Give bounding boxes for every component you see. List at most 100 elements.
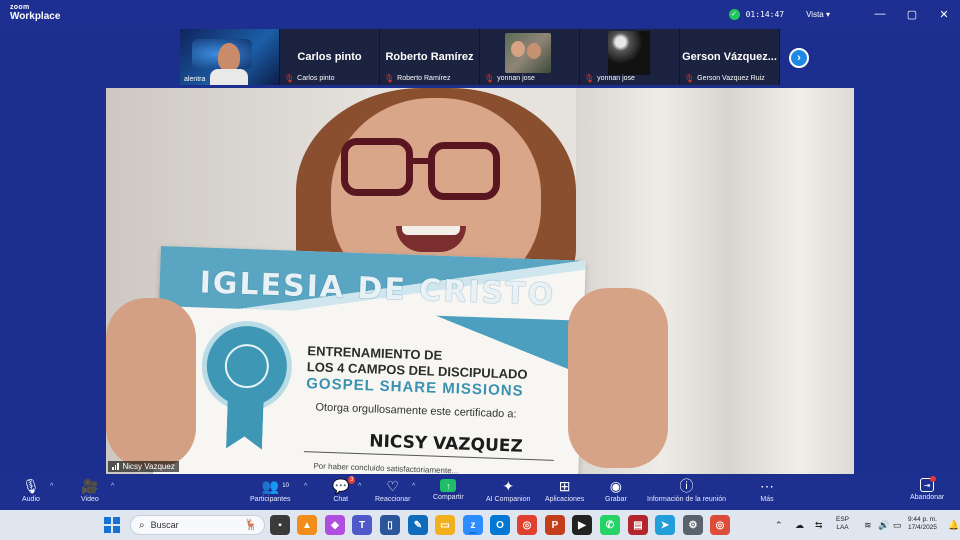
participant-tile[interactable]: Carlos pinto 🎙 Carlos pinto — [280, 29, 380, 85]
participant-tile[interactable]: 🎙 yonnan jose — [480, 29, 580, 85]
participant-label: 🎙 Gerson Vazquez Ruiz — [684, 74, 765, 83]
logo-workplace-text: Workplace — [10, 11, 61, 22]
telegram-icon[interactable]: ➤ — [655, 515, 675, 535]
volume-icon[interactable]: 🔊 — [878, 510, 889, 540]
participant-tile[interactable]: Roberto Ramírez 🎙 Roberto Ramírez — [380, 29, 480, 85]
main-video[interactable]: IGLESIA DE CRISTO ENTRENAMIENTO DE LOS 4… — [106, 88, 854, 474]
apps-button[interactable]: ⊞ Aplicaciones — [545, 478, 584, 503]
tray-chevron-icon[interactable]: ⌃ — [775, 510, 783, 540]
document-app-icon[interactable]: ▯ — [380, 515, 400, 535]
search-highlight-icon: 🦌 — [244, 519, 258, 531]
participants-label: Participantes — [250, 496, 291, 503]
participants-count: 10 — [282, 483, 289, 489]
more-button[interactable]: ⋯ Más — [760, 478, 774, 503]
chat-icon: 💬 3 — [332, 476, 356, 494]
mic-muted-icon: 🎙 — [284, 74, 295, 83]
network-status-icon[interactable]: ⇆ — [815, 510, 823, 540]
participant-label: alentra — [184, 76, 205, 83]
title-bar-controls: ✓ 01:14:47 Vista ▾ — ▢ ✕ — [728, 0, 960, 28]
next-participants-icon[interactable]: › — [789, 48, 809, 68]
apps-label: Aplicaciones — [545, 496, 585, 503]
active-app-indicator — [469, 532, 477, 534]
powerpoint-icon[interactable]: P — [545, 515, 565, 535]
reactions-options-chevron-icon[interactable]: ^ — [412, 483, 415, 490]
notification-bell-icon[interactable]: 🔔 — [948, 510, 959, 540]
meeting-info-button[interactable]: ⓘ Información de la reunión — [647, 478, 726, 503]
meeting-timer: 01:14:47 — [745, 9, 785, 19]
input-language[interactable]: ESP LAA — [836, 516, 849, 532]
chat-button[interactable]: 💬 3 Chat — [332, 476, 356, 503]
certificate-awarded-text: Otorga orgullosamente este certificado a… — [315, 401, 517, 421]
participant-label: 🎙 Carlos pinto — [284, 74, 335, 83]
participant-shirt — [210, 69, 248, 85]
camera-icon: 🎥 — [81, 478, 99, 494]
taskbar-search[interactable]: ⌕ Buscar 🦌 — [130, 515, 265, 535]
share-button[interactable]: ↑ Compartir — [433, 478, 464, 501]
security-shield-icon[interactable]: ✓ — [728, 8, 740, 20]
view-button[interactable]: Vista ▾ — [806, 10, 830, 19]
battery-icon[interactable]: ▭ — [893, 510, 902, 540]
teams-icon[interactable]: T — [352, 515, 372, 535]
audio-button[interactable]: 🎙 Audio — [22, 478, 40, 503]
logo-small-text: zoom — [10, 4, 30, 11]
system-clock[interactable]: 9:44 p. m. 17/4/2025 — [908, 516, 937, 532]
signal-bars-icon — [112, 463, 120, 470]
video-button[interactable]: 🎥 Video — [81, 478, 99, 503]
windows-start-icon[interactable] — [104, 517, 120, 533]
audio-options-chevron-icon[interactable]: ^ — [50, 483, 53, 490]
minimize-icon[interactable]: — — [864, 8, 896, 20]
media-player-icon[interactable]: ▶ — [572, 515, 592, 535]
participant-label: 🎙 Roberto Ramírez — [384, 74, 450, 83]
file-explorer-icon[interactable]: ▭ — [435, 515, 455, 535]
pdf-reader-icon[interactable]: ▤ — [628, 515, 648, 535]
search-icon: ⌕ — [139, 519, 145, 531]
mic-muted-icon: 🎙 — [384, 74, 395, 83]
participant-name: Roberto Ramírez — [397, 75, 451, 82]
maximize-icon[interactable]: ▢ — [896, 8, 928, 21]
whiteboard-icon[interactable]: ✎ — [408, 515, 428, 535]
video-options-chevron-icon[interactable]: ^ — [111, 483, 114, 490]
participant-display-name: Roberto Ramírez — [385, 51, 474, 63]
chrome-icon[interactable]: ◎ — [517, 515, 537, 535]
settings-gear-icon[interactable]: ⚙ — [683, 515, 703, 535]
wifi-icon[interactable]: ≋ — [864, 510, 872, 540]
record-label: Grabar — [605, 496, 627, 503]
certificate-seal-icon — [200, 319, 294, 413]
zoom-taskbar-icon[interactable]: z — [463, 515, 483, 535]
speaker-teeth — [402, 226, 460, 235]
participant-name: alentra — [184, 76, 206, 83]
outlook-icon[interactable]: O — [490, 515, 510, 535]
participants-options-chevron-icon[interactable]: ^ — [304, 483, 307, 490]
keyboard-layout: LAA — [836, 524, 849, 531]
ai-companion-button[interactable]: ✦ AI Companion — [486, 478, 530, 503]
copilot-icon[interactable]: ◆ — [325, 515, 345, 535]
participant-video-thumbnail — [608, 31, 650, 75]
view-label: Vista — [806, 9, 824, 19]
participant-name: Carlos pinto — [297, 75, 335, 82]
chrome-profile-icon[interactable]: ◎ — [710, 515, 730, 535]
reactions-button[interactable]: ♡ Reaccionar — [375, 478, 410, 503]
mic-muted-icon: 🎙 — [684, 74, 695, 83]
participant-tile[interactable]: 🎙 yonnan jose — [580, 29, 680, 85]
participant-display-name: Gerson Vázquez... — [682, 51, 777, 63]
apps-grid-icon: ⊞ — [558, 478, 571, 494]
participant-tile[interactable]: alentra — [180, 29, 280, 85]
vlc-icon[interactable]: ▲ — [297, 515, 317, 535]
leave-icon: ⇥ — [920, 476, 937, 492]
speaker-right-hand — [568, 288, 668, 468]
whatsapp-icon[interactable]: ✆ — [600, 515, 620, 535]
speaker-name: Nicsy Vazquez — [122, 462, 175, 471]
chat-options-chevron-icon[interactable]: ^ — [358, 483, 361, 490]
language-code: ESP — [836, 516, 850, 523]
leave-button[interactable]: ⇥ Abandonar — [910, 476, 944, 501]
participants-button[interactable]: 👥 10 Participantes — [250, 478, 290, 503]
share-screen-icon: ↑ — [440, 479, 457, 492]
close-icon[interactable]: ✕ — [928, 8, 960, 21]
windows-taskbar: ⌕ Buscar 🦌 ▪ ▲ ◆ T ▯ ✎ ▭ z O ◎ P ▶ ✆ ▤ ➤… — [0, 510, 960, 540]
record-button[interactable]: ◉ Grabar — [605, 478, 627, 503]
cloud-icon[interactable]: ☁ — [795, 510, 804, 540]
task-view-icon[interactable]: ▪ — [270, 515, 290, 535]
participant-tile[interactable]: Gerson Vázquez... 🎙 Gerson Vazquez Ruiz — [680, 29, 780, 85]
audio-label: Audio — [22, 496, 40, 503]
record-icon: ◉ — [609, 478, 622, 494]
